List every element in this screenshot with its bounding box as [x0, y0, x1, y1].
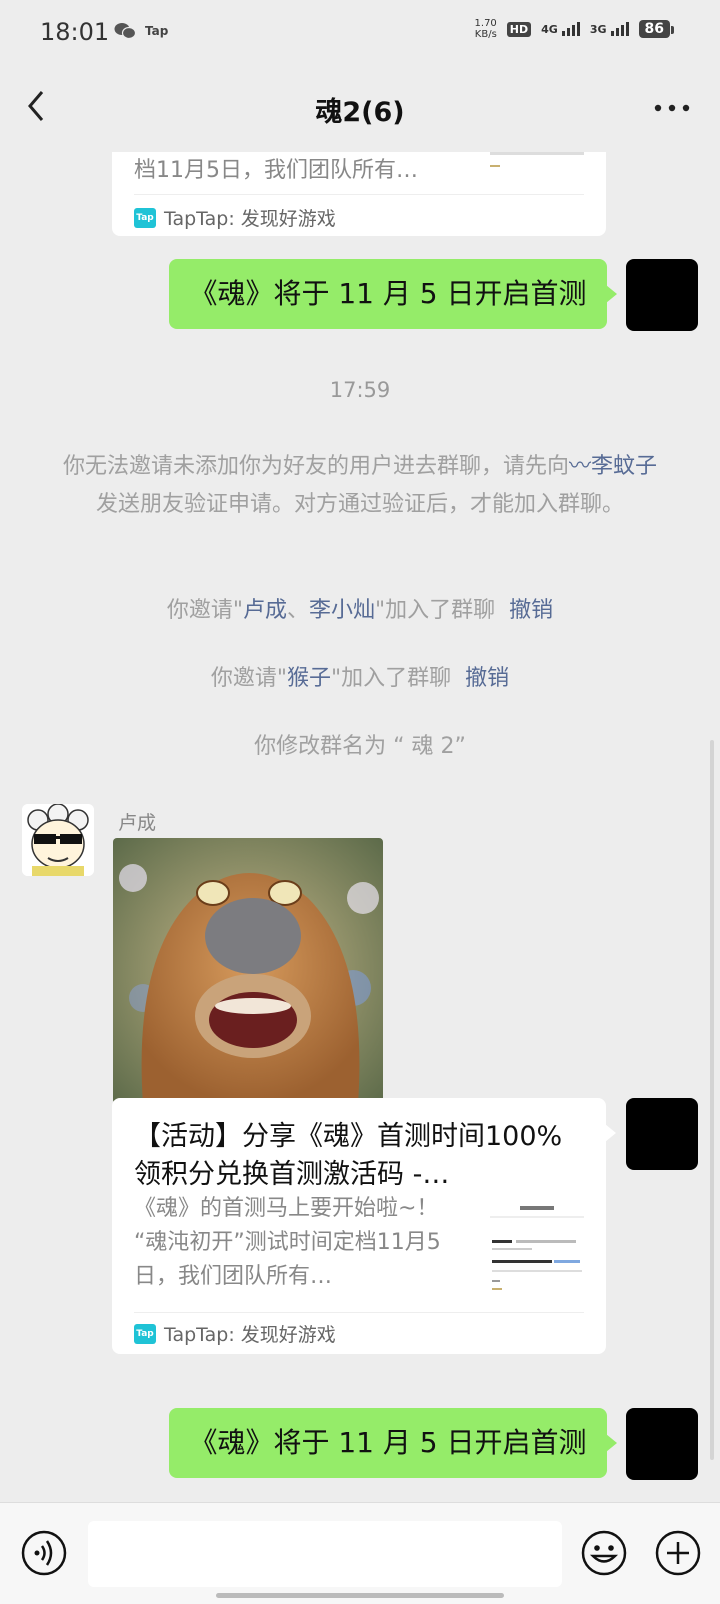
sender-name: 卢成 — [118, 812, 157, 834]
card-source: Tap TapTap: 发现好游戏 — [134, 1320, 336, 1347]
voice-icon[interactable] — [20, 1529, 68, 1577]
my-avatar[interactable] — [626, 1098, 698, 1170]
plus-icon[interactable] — [654, 1529, 702, 1577]
emoji-icon[interactable] — [580, 1529, 628, 1577]
card-title: 【活动】分享《魂》首测时间100%领积分兑换首测激活码 -… — [134, 1121, 563, 1190]
wechat-icon — [114, 23, 136, 40]
sim1-signal-icon: 4G — [541, 22, 580, 36]
invitee-link[interactable]: 李小灿 — [309, 598, 375, 623]
invite-notice: 你邀请"猴子"加入了群聊 撤销 — [210, 666, 510, 691]
taptap-logo-icon: Tap — [134, 1323, 156, 1344]
chat-messages[interactable]: 档11月5日，我们团队所有… Tap TapTap: 发现好游戏 《魂》将于 1… — [0, 152, 720, 1502]
my-message-bubble[interactable]: 《魂》将于 11 月 5 日开启首测 — [169, 259, 617, 329]
chat-header: 魂2(6) — [0, 64, 720, 152]
scrollbar[interactable] — [710, 740, 714, 1460]
status-time: 18:01 — [40, 18, 110, 46]
home-indicator[interactable] — [216, 1593, 504, 1598]
card-desc: 《魂》的首测马上要开始啦~！ “魂沌初开”测试时间定档11月5日，我们团队所有… — [134, 1196, 441, 1289]
invitee-link[interactable]: 猴子 — [287, 666, 331, 691]
invitee-link[interactable]: 卢成 — [243, 598, 287, 623]
sender-avatar[interactable] — [22, 804, 94, 876]
status-tap-app: Tap — [145, 24, 169, 38]
wave-icon: 〰 — [568, 454, 591, 479]
taptap-logo-icon: Tap — [134, 207, 156, 228]
card-source: Tap TapTap: 发现好游戏 — [134, 204, 336, 231]
battery-icon: 86 — [638, 20, 675, 38]
chat-title: 魂2(6) — [315, 97, 405, 128]
bear-sticker-icon — [113, 838, 383, 1104]
hd-voice-badge: HD — [506, 21, 532, 37]
status-indicators: 1.70 KB/s HD 4G 3G 86 — [474, 18, 675, 40]
card-desc: 档11月5日，我们团队所有… — [134, 158, 418, 183]
network-speed: 1.70 KB/s — [474, 18, 497, 40]
card-thumbnail — [490, 1198, 584, 1292]
link-card[interactable]: 【活动】分享《魂》首测时间100%领积分兑换首测激活码 -… 《魂》的首测马上要… — [112, 1098, 616, 1354]
my-avatar[interactable] — [626, 259, 698, 331]
card-thumbnail — [490, 152, 584, 170]
sim2-signal-icon: 3G — [590, 22, 629, 36]
revoke-link[interactable]: 撤销 — [509, 598, 553, 623]
rename-notice: 你修改群名为 “ 魂 2” — [254, 734, 466, 759]
input-bar — [0, 1502, 720, 1604]
message-timestamp: 17:59 — [329, 378, 391, 402]
revoke-link[interactable]: 撤销 — [465, 666, 509, 691]
status-bar: 18:01 Tap 1.70 KB/s HD 4G 3G 86 — [0, 0, 720, 64]
system-notice: 你无法邀请未添加你为好友的用户进去群聊，请先向〰李蚊子发送朋友验证申请。对方通过… — [62, 454, 658, 517]
my-avatar[interactable] — [626, 1408, 698, 1480]
sheep-avatar-icon — [22, 804, 94, 876]
article-thumbnail-icon — [490, 1198, 584, 1292]
sticker-image[interactable] — [113, 838, 383, 1104]
message-input[interactable] — [88, 1521, 562, 1587]
link-card-partial[interactable]: 档11月5日，我们团队所有… Tap TapTap: 发现好游戏 — [112, 152, 606, 236]
contact-link[interactable]: 李蚊子 — [591, 454, 657, 479]
more-icon[interactable] — [654, 104, 690, 112]
invite-notice: 你邀请"卢成、李小灿"加入了群聊 撤销 — [166, 598, 554, 623]
my-message-bubble[interactable]: 《魂》将于 11 月 5 日开启首测 — [169, 1408, 617, 1478]
